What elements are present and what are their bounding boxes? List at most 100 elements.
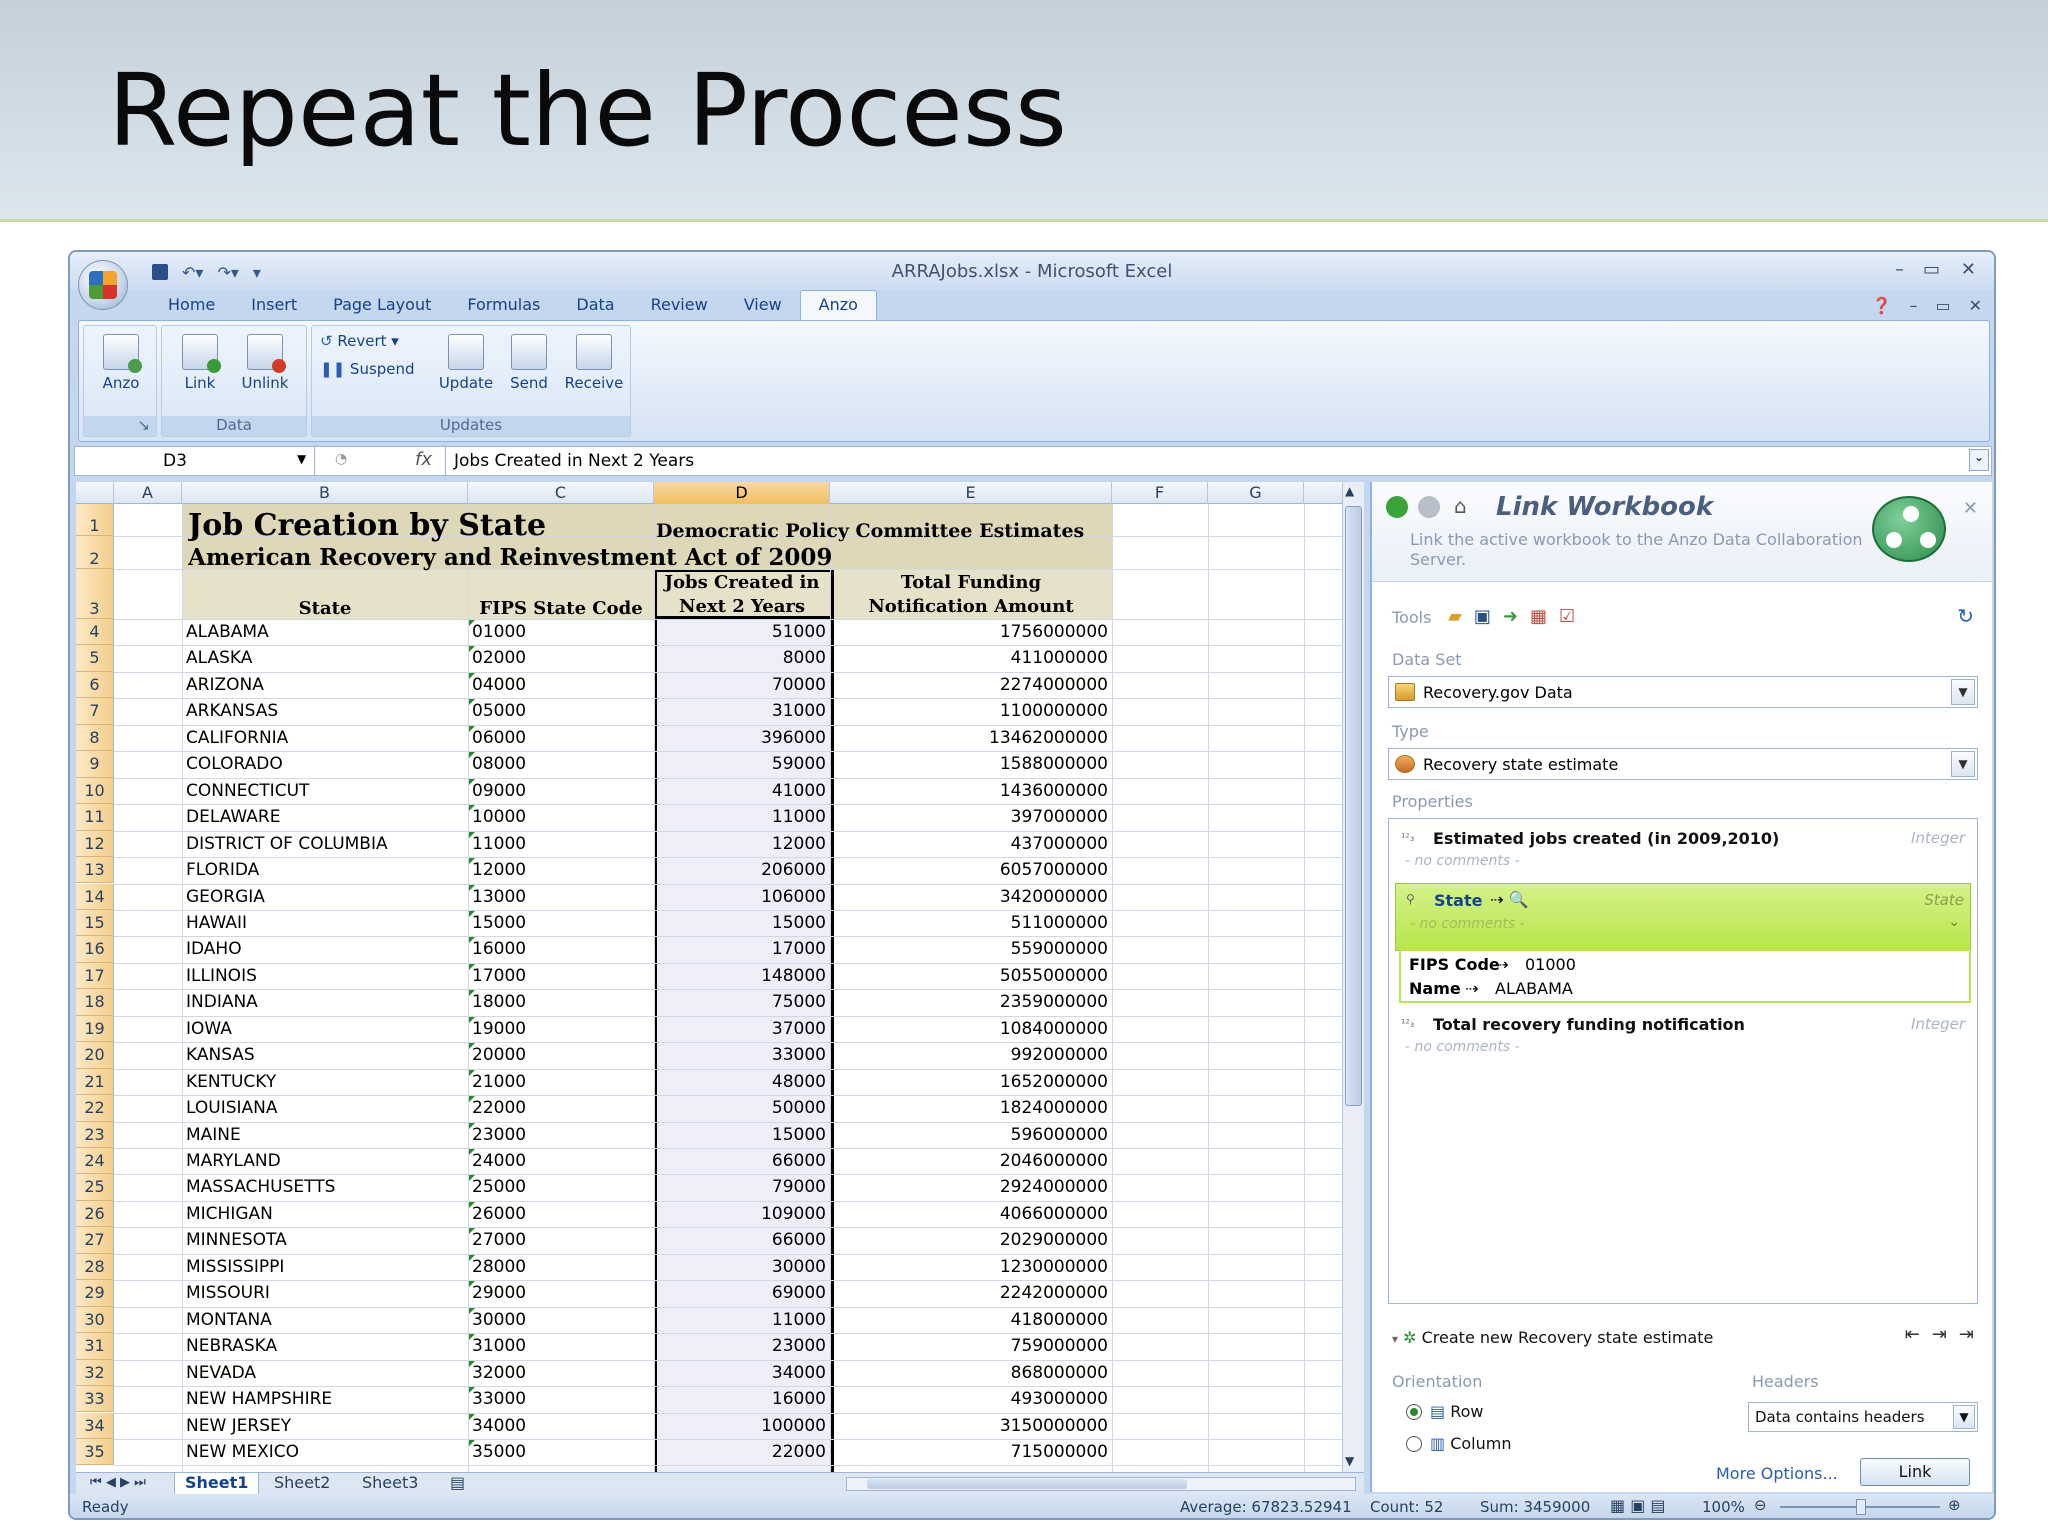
cell-fips[interactable]: 21000 xyxy=(472,1072,652,1092)
header-state[interactable]: State xyxy=(182,598,468,619)
sheet-tab-2[interactable]: Sheet2 xyxy=(264,1473,340,1495)
header-funding-line2[interactable]: Notification Amount xyxy=(830,596,1112,617)
cell-funding[interactable]: 1436000000 xyxy=(832,781,1108,801)
cell-state[interactable]: ARIZONA xyxy=(186,675,466,695)
cell-state[interactable]: MISSOURI xyxy=(186,1283,466,1303)
chevron-down-icon[interactable]: ⌄ xyxy=(1948,914,1960,930)
cell-fips[interactable]: 33000 xyxy=(472,1389,652,1409)
cell-state[interactable]: MICHIGAN xyxy=(186,1204,466,1224)
cell-state[interactable]: MINNESOTA xyxy=(186,1230,466,1250)
cell-jobs[interactable]: 16000 xyxy=(656,1389,826,1409)
cell-state[interactable]: MONTANA xyxy=(186,1310,466,1330)
cell-state[interactable]: NEVADA xyxy=(186,1363,466,1383)
row-header[interactable]: 35 xyxy=(76,1438,114,1466)
cell-state[interactable]: KANSAS xyxy=(186,1045,466,1065)
cell-jobs[interactable]: 79000 xyxy=(656,1177,826,1197)
cell-state[interactable]: MASSACHUSETTS xyxy=(186,1177,466,1197)
cell-state[interactable]: IDAHO xyxy=(186,939,466,959)
cell-fips[interactable]: 06000 xyxy=(472,728,652,748)
cell-funding[interactable]: 2274000000 xyxy=(832,675,1108,695)
cell-jobs[interactable]: 34000 xyxy=(656,1363,826,1383)
cell-state[interactable]: ALASKA xyxy=(186,648,466,668)
back-icon[interactable] xyxy=(1386,496,1408,518)
row-header[interactable]: 8 xyxy=(76,724,114,752)
cell-state[interactable]: ILLINOIS xyxy=(186,966,466,986)
select-all-corner[interactable] xyxy=(76,482,114,504)
cell-funding[interactable]: 5055000000 xyxy=(832,966,1108,986)
cell-jobs[interactable]: 396000 xyxy=(656,728,826,748)
cell-fips[interactable]: 31000 xyxy=(472,1336,652,1356)
cell-fips[interactable]: 18000 xyxy=(472,992,652,1012)
cell-funding[interactable]: 868000000 xyxy=(832,1363,1108,1383)
row-header[interactable]: 22 xyxy=(76,1095,114,1122)
cell-funding[interactable]: 4066000000 xyxy=(832,1204,1108,1224)
header-jobs-line1[interactable]: Jobs Created in xyxy=(654,572,830,593)
check-icon[interactable]: ☑ xyxy=(1559,606,1575,627)
cell-state[interactable]: IOWA xyxy=(186,1019,466,1039)
cell-jobs[interactable]: 66000 xyxy=(656,1151,826,1171)
cell-state[interactable]: GEORGIA xyxy=(186,887,466,907)
link-button[interactable]: Link xyxy=(1860,1458,1970,1486)
cell-jobs[interactable]: 148000 xyxy=(656,966,826,986)
cell-state[interactable]: DISTRICT OF COLUMBIA xyxy=(186,834,466,854)
cell-funding[interactable]: 2359000000 xyxy=(832,992,1108,1012)
cell-fips[interactable]: 15000 xyxy=(472,913,652,933)
row-header[interactable]: 14 xyxy=(76,883,114,910)
cell-fips[interactable]: 05000 xyxy=(472,701,652,721)
anzo-button[interactable]: Anzo xyxy=(96,334,146,392)
cell-state[interactable]: MARYLAND xyxy=(186,1151,466,1171)
headers-dropdown[interactable]: Data contains headers ▼ xyxy=(1748,1402,1978,1432)
cell-jobs[interactable]: 69000 xyxy=(656,1283,826,1303)
cell-funding[interactable]: 6057000000 xyxy=(832,860,1108,880)
cell-jobs[interactable]: 17000 xyxy=(656,939,826,959)
column-option[interactable]: ▥ Column xyxy=(1430,1434,1512,1453)
column-header-f[interactable]: F xyxy=(1112,482,1208,504)
cell-state[interactable]: COLORADO xyxy=(186,754,466,774)
cell-jobs[interactable]: 15000 xyxy=(656,913,826,933)
column-header-e[interactable]: E xyxy=(830,482,1112,504)
row-header[interactable]: 5 xyxy=(76,645,114,672)
close-icon[interactable]: ✕ xyxy=(1961,259,1976,280)
row-header[interactable]: 1 xyxy=(76,504,114,536)
cell-jobs[interactable]: 70000 xyxy=(656,675,826,695)
cell-funding[interactable]: 1230000000 xyxy=(832,1257,1108,1277)
cell-fips[interactable]: 13000 xyxy=(472,887,652,907)
layout-right-icon[interactable]: ⇥ xyxy=(1959,1324,1974,1345)
cell-state[interactable]: MISSISSIPPI xyxy=(186,1257,466,1277)
zoom-out-icon[interactable]: ⊖ xyxy=(1754,1496,1767,1514)
zoom-in-icon[interactable]: ⊕ xyxy=(1948,1496,1961,1514)
cell-jobs[interactable]: 30000 xyxy=(656,1257,826,1277)
column-header-h[interactable]: H xyxy=(1304,482,1342,504)
cell-state[interactable]: CALIFORNIA xyxy=(186,728,466,748)
row-header[interactable]: 11 xyxy=(76,804,114,831)
cell-funding[interactable]: 411000000 xyxy=(832,648,1108,668)
search-icon[interactable]: ⇢ 🔍 xyxy=(1490,890,1528,909)
cell-fips[interactable]: 22000 xyxy=(472,1098,652,1118)
row-header[interactable]: 17 xyxy=(76,962,114,990)
pane-close-icon[interactable]: ✕ xyxy=(1963,498,1978,519)
column-header-g[interactable]: G xyxy=(1208,482,1304,504)
cell-funding[interactable]: 511000000 xyxy=(832,913,1108,933)
header-jobs-line2[interactable]: Next 2 Years xyxy=(654,596,830,617)
go-icon[interactable]: ➜ xyxy=(1503,606,1518,627)
cell-fips[interactable]: 24000 xyxy=(472,1151,652,1171)
row-option[interactable]: ▤ Row xyxy=(1430,1402,1484,1421)
grid-icon[interactable]: ▦ xyxy=(1530,606,1547,627)
minimize-icon[interactable]: – xyxy=(1895,259,1904,280)
update-button[interactable]: Update xyxy=(436,334,496,392)
link-button[interactable]: Link xyxy=(172,334,228,392)
tab-review[interactable]: Review xyxy=(633,291,726,320)
row-header[interactable]: 23 xyxy=(76,1121,114,1148)
cell-fips[interactable]: 27000 xyxy=(472,1230,652,1250)
cell-funding[interactable]: 1824000000 xyxy=(832,1098,1108,1118)
open-folder-icon[interactable]: ▰ xyxy=(1448,606,1462,627)
cell-jobs[interactable]: 37000 xyxy=(656,1019,826,1039)
cell-fips[interactable]: 04000 xyxy=(472,675,652,695)
tab-anzo[interactable]: Anzo xyxy=(799,290,877,320)
cell-fips[interactable]: 17000 xyxy=(472,966,652,986)
home-icon[interactable]: ⌂ xyxy=(1454,494,1467,518)
tab-page-layout[interactable]: Page Layout xyxy=(315,291,449,320)
revert-button[interactable]: ↺ Revert ▾ xyxy=(320,332,399,350)
cell-funding[interactable]: 992000000 xyxy=(832,1045,1108,1065)
row-header[interactable]: 9 xyxy=(76,751,114,778)
